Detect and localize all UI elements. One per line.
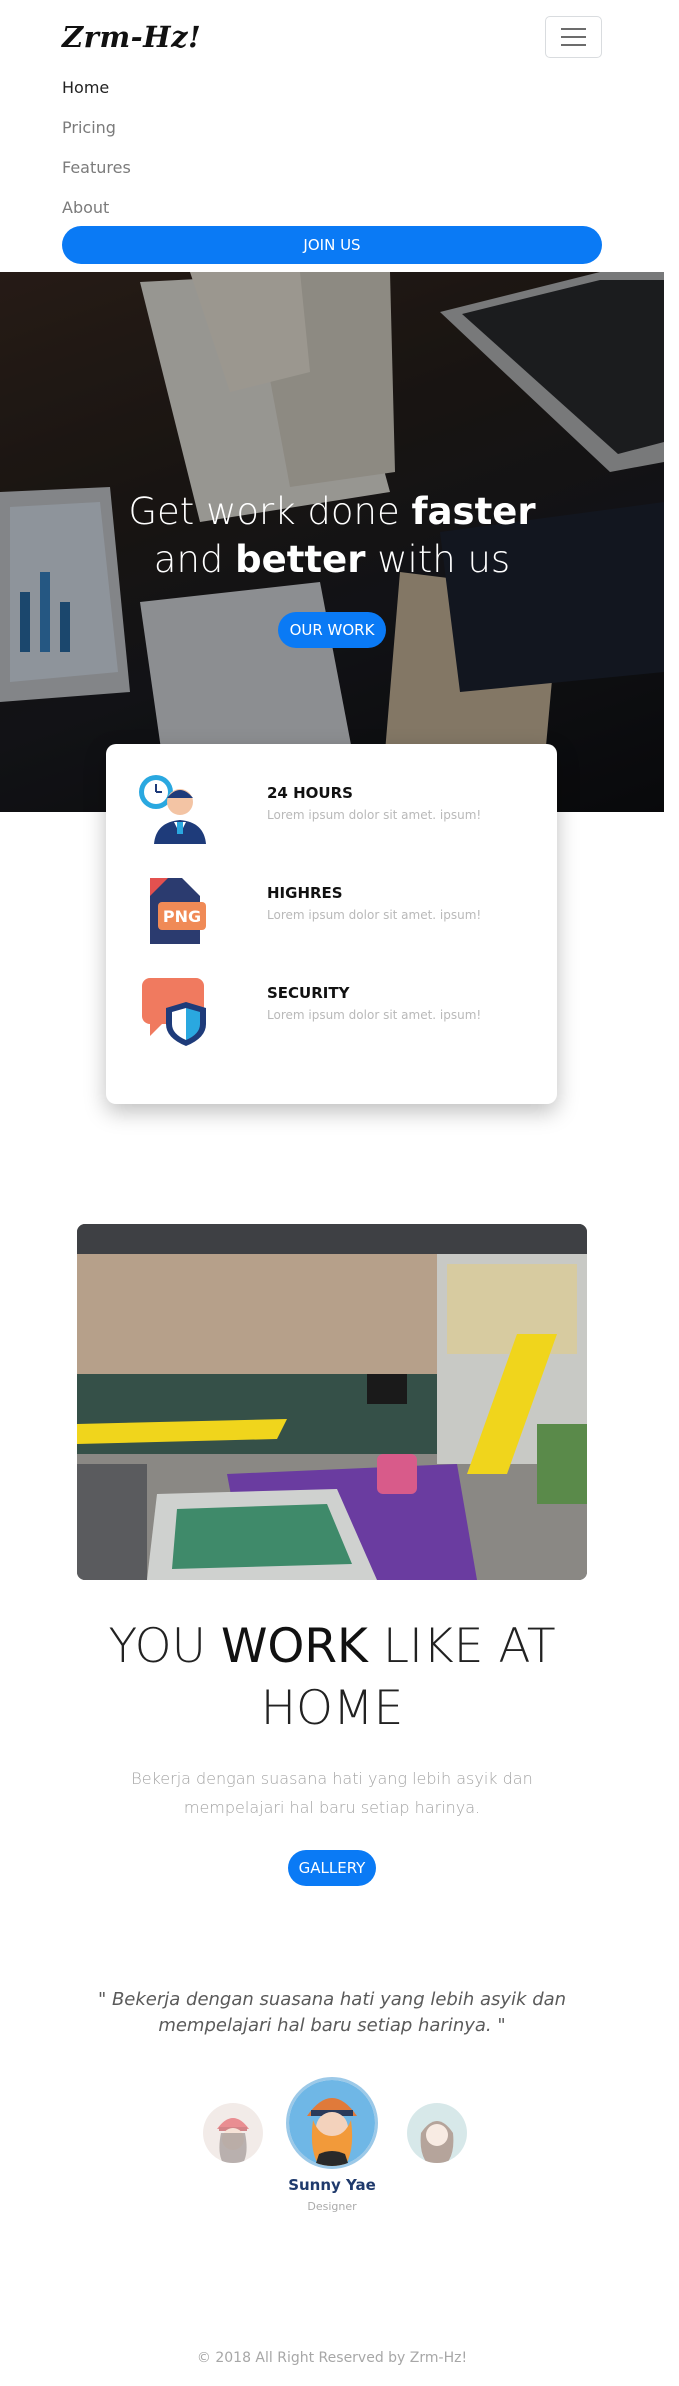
feature-desc: Lorem ipsum dolor sit amet. ipsum!	[267, 908, 482, 922]
avatar-active[interactable]	[286, 2077, 378, 2169]
brand-logo[interactable]: Zrm-Hz!	[62, 20, 201, 54]
testimonial-name: Sunny Yae	[288, 2176, 376, 2194]
nav-item-home[interactable]: Home	[62, 78, 131, 118]
nav-item-features[interactable]: Features	[62, 158, 131, 198]
avatar-left[interactable]	[203, 2103, 263, 2163]
work-description: Bekerja dengan suasana hati yang lebih a…	[131, 1769, 533, 1817]
our-work-button[interactable]: OUR WORK	[278, 612, 386, 648]
avatar-left-image	[203, 2103, 263, 2163]
nav-links: Home Pricing Features About	[62, 78, 131, 238]
feature-title: SECURITY	[267, 984, 350, 1002]
feature-title: HIGHRES	[267, 884, 343, 902]
work-heading-text: HOME	[260, 1681, 404, 1736]
feature-item: 24 HOURS Lorem ipsum dolor sit amet. ips…	[136, 772, 536, 852]
navbar: Zrm-Hz! Home Pricing Features About JOIN…	[0, 0, 679, 272]
work-heading-text: YOU	[108, 1619, 221, 1674]
menu-icon-bar	[561, 28, 586, 30]
menu-icon-bar	[561, 36, 586, 38]
feature-item: SECURITY Lorem ipsum dolor sit amet. ips…	[136, 972, 536, 1052]
feature-desc: Lorem ipsum dolor sit amet. ipsum!	[267, 808, 482, 822]
menu-icon-bar	[561, 44, 586, 46]
nav-item-pricing[interactable]: Pricing	[62, 118, 131, 158]
hero-heading: Get work done faster and better with us	[0, 488, 664, 584]
avatar-right[interactable]	[407, 2103, 467, 2163]
svg-text:PNG: PNG	[163, 907, 201, 926]
avatar-right-image	[407, 2103, 467, 2163]
feature-title: 24 HOURS	[267, 784, 353, 802]
work-heading: YOU WORK LIKE AT HOME	[0, 1616, 664, 1740]
hero-heading-text: Get work done	[128, 490, 412, 533]
menu-toggle-button[interactable]	[545, 16, 602, 58]
footer-copyright: © 2018 All Right Reserved by Zrm-Hz!	[196, 2350, 468, 2366]
join-us-button[interactable]: JOIN US	[62, 226, 602, 264]
avatar-active-image	[289, 2080, 375, 2166]
feature-item: PNG HIGHRES Lorem ipsum dolor sit amet. …	[136, 872, 536, 952]
feature-desc: Lorem ipsum dolor sit amet. ipsum!	[267, 1008, 482, 1022]
office-photo	[77, 1224, 587, 1580]
hero-section: Get work done faster and better with us …	[0, 272, 664, 812]
office-photo-illustration	[77, 1224, 587, 1580]
gallery-button[interactable]: GALLERY	[288, 1850, 376, 1886]
clock-person-icon	[139, 775, 206, 844]
hero-heading-bold: better	[235, 538, 366, 581]
hero-heading-text: with us	[365, 538, 511, 581]
work-heading-text: LIKE AT	[367, 1619, 556, 1674]
work-heading-bold: WORK	[220, 1619, 368, 1674]
png-file-icon: PNG	[150, 878, 206, 944]
shield-chat-icon	[142, 978, 206, 1046]
feature-card: 24 HOURS Lorem ipsum dolor sit amet. ips…	[106, 744, 557, 1104]
testimonial-role: Designer	[307, 2200, 357, 2213]
hero-heading-text: and	[153, 538, 236, 581]
testimonial-quote: " Bekerja dengan suasana hati yang lebih…	[97, 1989, 567, 2036]
hero-heading-bold: faster	[411, 490, 536, 533]
